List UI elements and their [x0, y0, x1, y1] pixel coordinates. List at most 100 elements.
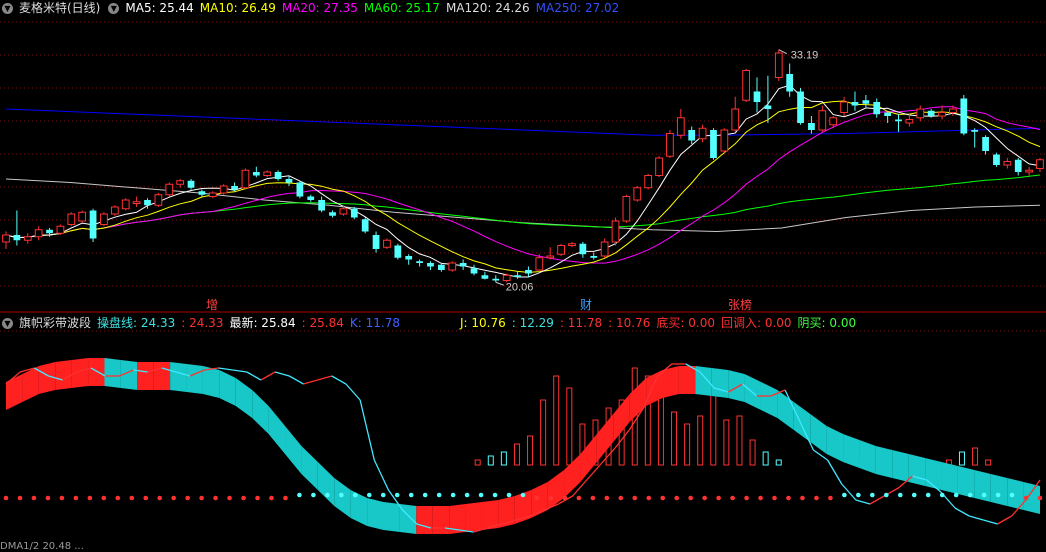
fast-line-seg-67: [954, 507, 970, 517]
indicator-bar-59: [775, 459, 782, 466]
ribbon-seg-50: [826, 426, 844, 462]
signal-dot-33: [464, 492, 470, 498]
ribbon-seg-19: [317, 462, 335, 506]
stock-chart-canvas[interactable]: 33.19 20.06 增 财 张榜: [0, 0, 1046, 551]
candle-body-69: [753, 91, 761, 102]
signal-dot-51: [716, 495, 721, 501]
candle-body-37: [405, 256, 413, 260]
signal-dot-67: [939, 492, 945, 498]
candle-body-52: [568, 243, 576, 246]
candle-body-42: [459, 263, 467, 267]
candle-body-55: [600, 241, 609, 257]
candle-body-95: [1036, 159, 1044, 169]
signal-dot-25: [353, 492, 358, 498]
signal-dot-39: [548, 495, 554, 501]
candle-body-59: [644, 175, 653, 189]
candle-body-40: [437, 264, 445, 270]
candle-body-53: [579, 243, 587, 255]
candle-body-4: [46, 229, 53, 234]
signal-dot-22: [311, 492, 316, 498]
signal-dot-68: [953, 492, 959, 498]
signal-dot-63: [883, 492, 889, 498]
ribbon-seg-52: [859, 440, 876, 474]
candle-body-43: [470, 268, 478, 274]
indicator-bar-58: [762, 451, 769, 466]
candle-body-6: [67, 213, 76, 225]
candle-body-82: [895, 119, 902, 122]
signal-dot-29: [408, 492, 414, 498]
fast-line-seg-58: [826, 459, 843, 485]
candle-body-61: [666, 133, 674, 157]
signal-dot-14: [199, 495, 204, 501]
ribbon-seg-60: [990, 474, 1008, 506]
fast-line-seg-25: [359, 399, 375, 461]
ribbon-seg-43: [711, 368, 729, 398]
fast-line-seg-70: [997, 515, 1012, 525]
candle-body-3: [34, 229, 43, 238]
signal-dot-64: [897, 492, 903, 498]
ribbon-seg-53: [875, 446, 893, 478]
ribbon-seg-18: [301, 446, 318, 490]
signal-dot-42: [590, 495, 596, 501]
fast-line-seg-15: [218, 367, 233, 371]
candle-body-76: [829, 117, 838, 126]
candle-body-90: [982, 137, 989, 151]
candle-body-81: [884, 112, 891, 116]
candle-body-92: [1003, 161, 1012, 166]
bottom-indicator-strip: DMA1/2 20.48 ...: [0, 541, 84, 552]
signal-dot-74: [1037, 495, 1043, 501]
signal-dot-11: [157, 495, 163, 501]
fast-line-seg-26: [373, 459, 390, 491]
ribbon-seg-3: [55, 360, 72, 390]
ribbon-seg-40: [662, 366, 679, 398]
ribbon-seg-46: [760, 382, 778, 418]
signal-dot-49: [688, 495, 693, 501]
ribbon-seg-57: [941, 462, 958, 494]
signal-dot-27: [380, 492, 386, 498]
signal-dot-72: [1009, 492, 1015, 498]
ribbon-seg-16: [268, 406, 286, 454]
candle-body-88: [960, 98, 968, 134]
candle-body-84: [916, 108, 925, 119]
signal-dot-31: [436, 492, 442, 498]
candle-body-30: [329, 212, 336, 216]
ribbon-seg-8: [137, 362, 154, 390]
ribbon-seg-13: [219, 370, 236, 406]
indicator-bar-54: [710, 387, 717, 466]
signal-dot-34: [478, 492, 484, 498]
candle-body-91: [993, 154, 1000, 165]
candle-body-2: [23, 236, 32, 241]
indicator-bar-74: [972, 447, 979, 466]
candle-body-57: [622, 196, 631, 222]
candle-body-8: [89, 210, 97, 239]
ribbon-seg-58: [957, 466, 975, 498]
candle-body-25: [274, 172, 282, 179]
signal-dot-0: [3, 495, 9, 501]
fast-line-seg-59: [841, 483, 857, 501]
candle-body-12: [132, 201, 141, 204]
signal-dot-3: [45, 495, 51, 501]
ribbon-seg-22: [367, 498, 384, 530]
candle-body-21: [231, 186, 238, 190]
candle-body-49: [535, 257, 544, 271]
fast-line-seg-18: [260, 371, 276, 381]
ribbon-seg-0: [6, 374, 23, 410]
ribbon-seg-39: [646, 370, 663, 406]
candle-body-74: [808, 123, 815, 130]
indicator-bar-37: [487, 455, 494, 466]
ribbon-seg-25: [416, 506, 433, 534]
fast-line-seg-16: [232, 369, 247, 373]
candle-body-70: [764, 105, 772, 109]
signal-dot-52: [730, 495, 735, 501]
candle-body-9: [100, 213, 108, 225]
candle-body-75: [818, 110, 827, 131]
signal-dot-10: [143, 495, 149, 501]
ribbon-seg-44: [728, 370, 745, 402]
signal-dot-55: [772, 495, 777, 501]
signal-dot-21: [297, 492, 302, 498]
candle-body-68: [742, 70, 751, 101]
signal-dot-50: [702, 495, 707, 501]
price-annotations: 33.19 20.06 增 财 张榜: [206, 49, 818, 312]
candle-body-1: [13, 235, 21, 241]
candle-body-45: [492, 278, 500, 281]
